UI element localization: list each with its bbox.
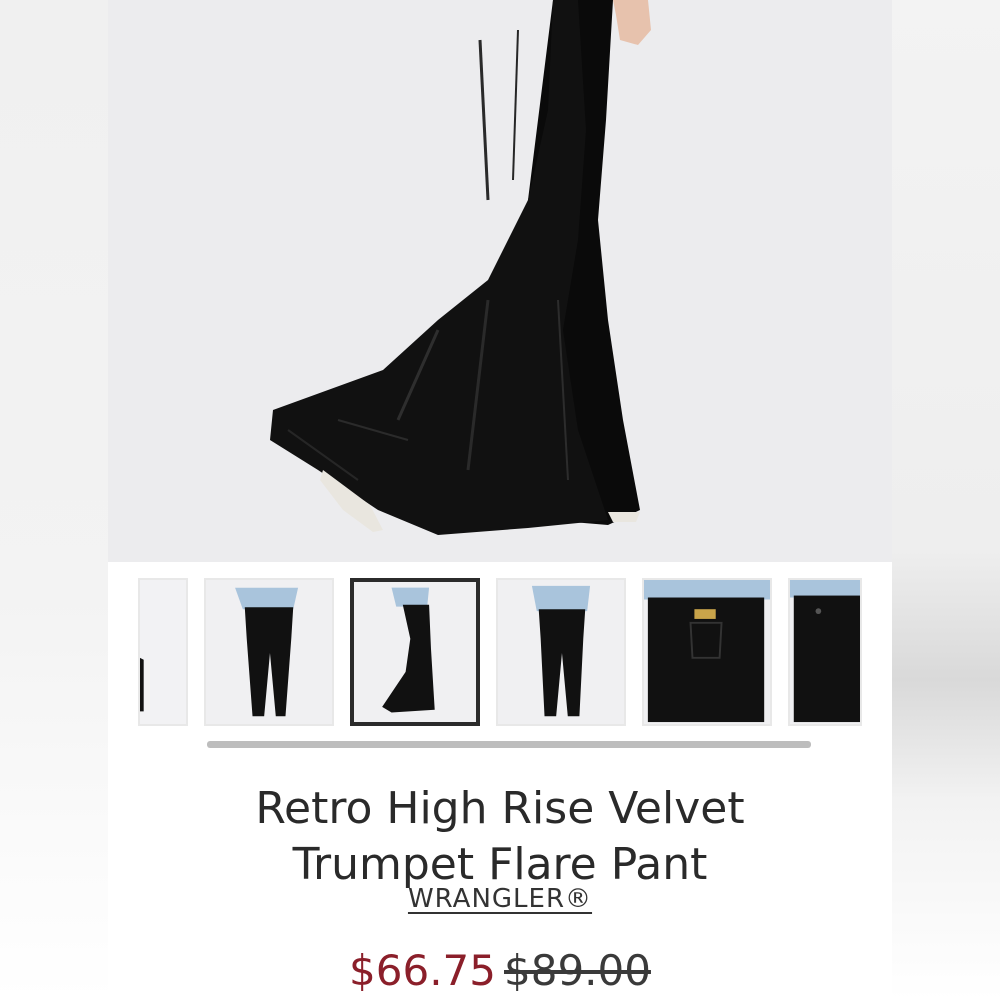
pants-illustration	[108, 0, 892, 562]
background-right	[892, 0, 1000, 1000]
product-title: Retro High Rise Velvet Trumpet Flare Pan…	[108, 781, 892, 893]
thumbnail-5[interactable]	[642, 578, 772, 726]
original-price: $89.00	[504, 946, 651, 995]
thumbnail-3[interactable]	[350, 578, 480, 726]
thumbnail-2[interactable]	[204, 578, 334, 726]
product-card: Retro High Rise Velvet Trumpet Flare Pan…	[108, 0, 892, 1000]
sale-price: $66.75	[349, 946, 496, 995]
brand-link[interactable]: WRANGLER®	[408, 884, 592, 914]
thumbnail-scrollbar[interactable]	[207, 741, 811, 748]
price-block: $66.75 $89.00	[108, 946, 892, 995]
product-title-line-1: Retro High Rise Velvet	[255, 783, 745, 835]
thumbnail-1[interactable]	[138, 578, 188, 726]
thumbnail-4[interactable]	[496, 578, 626, 726]
background-left	[0, 0, 108, 1000]
main-product-image[interactable]	[108, 0, 892, 562]
brand: WRANGLER®	[108, 884, 892, 914]
thumbnail-6[interactable]	[788, 578, 862, 726]
thumbnail-strip	[108, 578, 892, 730]
